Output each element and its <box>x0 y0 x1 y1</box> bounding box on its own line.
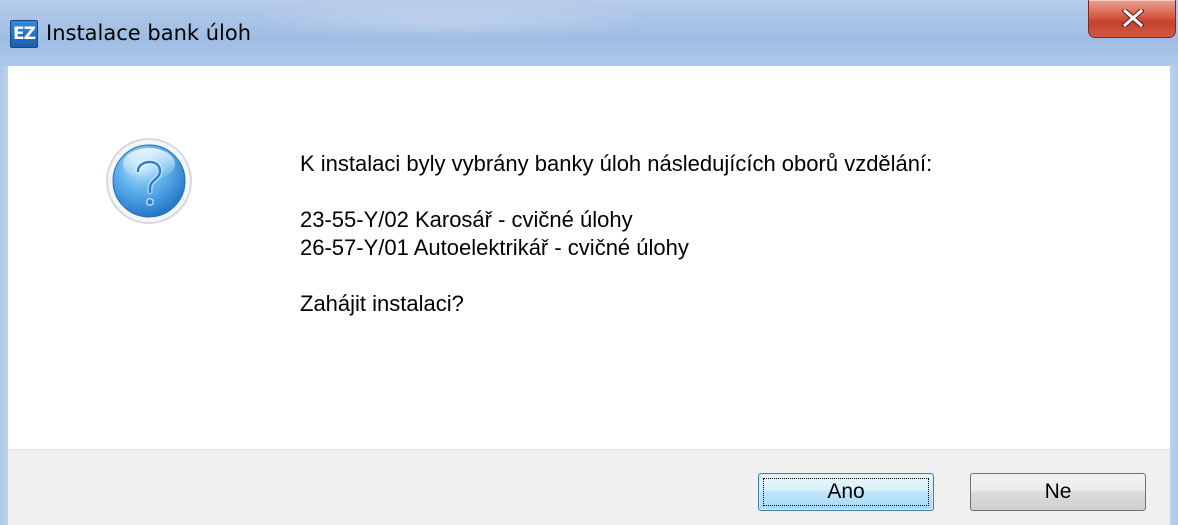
app-icon: EZ <box>10 20 38 48</box>
message-intro: K instalaci byly vybrány banky úloh násl… <box>300 151 933 176</box>
window-frame-right <box>1170 66 1178 525</box>
no-button-label: Ne <box>1044 480 1072 503</box>
no-button[interactable]: Ne <box>970 473 1146 511</box>
close-button[interactable] <box>1088 0 1176 38</box>
message-spacer <box>300 178 1160 206</box>
question-icon <box>106 138 192 224</box>
dialog-message: K instalaci byly vybrány banky úloh násl… <box>300 150 1160 318</box>
focus-rectangle <box>763 478 929 506</box>
title-bar-sheen <box>240 0 660 40</box>
dialog-footer: Ano Ne <box>8 449 1170 525</box>
message-spacer <box>300 262 1160 290</box>
close-icon <box>1122 9 1144 27</box>
title-bar[interactable]: EZ Instalace bank úloh <box>0 0 1178 66</box>
window-title: Instalace bank úloh <box>46 21 252 45</box>
message-item: 26-57-Y/01 Autoelektrikář - cvičné úlohy <box>300 235 689 260</box>
dialog-window: EZ Instalace bank úloh K instalaci byly … <box>0 0 1178 525</box>
message-item: 23-55-Y/02 Karosář - cvičné úlohy <box>300 207 633 232</box>
message-question: Zahájit instalaci? <box>300 291 464 316</box>
yes-button[interactable]: Ano <box>758 473 934 511</box>
dialog-content: K instalaci byly vybrány banky úloh násl… <box>8 66 1170 449</box>
window-frame-left <box>0 66 8 525</box>
